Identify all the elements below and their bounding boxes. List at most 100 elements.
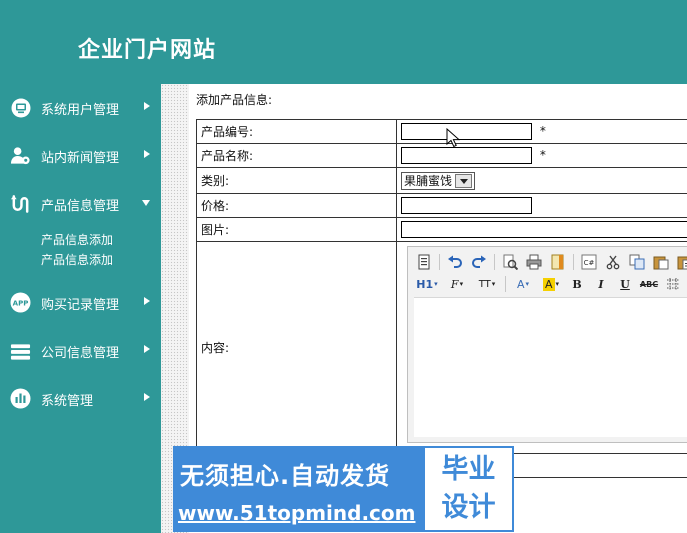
chevron-down-icon: ▾ (459, 280, 464, 288)
undo-icon[interactable] (445, 252, 465, 272)
sidebar-item-system-users[interactable]: 系统用户管理 (0, 92, 161, 122)
mouse-cursor-icon (446, 128, 460, 148)
table-icon[interactable] (663, 274, 683, 294)
field-label: 价格: (196, 193, 397, 218)
field-label: 图片: (196, 217, 397, 242)
required-mark: * (539, 124, 546, 138)
sidebar-item-label: 购买记录管理 (41, 298, 120, 313)
form-row-category: 类别: 果脯蜜饯 (196, 167, 687, 194)
stack-icon (10, 340, 31, 361)
chevron-right-icon (144, 393, 150, 401)
watermark-banner: 无须担心.自动发货 www.51topmind.com 毕业 设计 (173, 446, 514, 532)
strike-button[interactable]: ABC (639, 274, 659, 294)
chevron-down-icon (455, 173, 473, 188)
bg-color-label: A (542, 277, 555, 291)
preview-icon[interactable] (500, 252, 520, 272)
toolbar-separator (505, 276, 506, 292)
sidebar-item-label: 系统管理 (41, 394, 94, 409)
site-title: 企业门户网站 (78, 37, 217, 63)
svg-text:C#: C# (584, 259, 595, 267)
image-input[interactable] (401, 221, 687, 238)
print-icon[interactable] (524, 252, 544, 272)
price-input[interactable] (401, 197, 532, 214)
form-row-code: 产品编号: * (196, 119, 687, 144)
bg-color-button[interactable]: A ▾ (539, 274, 563, 294)
category-selected-value: 果脯蜜饯 (404, 174, 453, 188)
field-label: 产品编号: (196, 119, 397, 144)
paste-text-icon[interactable] (675, 252, 687, 272)
source-icon[interactable] (414, 252, 434, 272)
heading-select[interactable]: H1 ▾ (414, 274, 440, 294)
sidebar-item-purchase-records[interactable]: APP 购买记录管理 (0, 287, 161, 317)
svg-text:APP: APP (13, 300, 29, 308)
italic-button[interactable]: I (591, 274, 611, 294)
font-color-label: A (516, 277, 525, 291)
font-family-select[interactable]: F ▾ (444, 274, 470, 294)
field-cell (396, 217, 687, 242)
cut-icon[interactable] (603, 252, 623, 272)
chevron-right-icon (144, 345, 150, 353)
form-row-name: 产品名称: * (196, 143, 687, 168)
font-size-label: TT (478, 278, 491, 290)
user-gear-icon (10, 145, 31, 166)
redo-icon[interactable] (469, 252, 489, 272)
toolbar-separator (573, 254, 574, 270)
sidebar-item-system-management[interactable]: 系统管理 (0, 383, 161, 413)
chevron-right-icon (144, 297, 150, 305)
form-row-image: 图片: (196, 217, 687, 242)
paste-icon[interactable] (651, 252, 671, 272)
bold-button[interactable]: B (567, 274, 587, 294)
sidebar-item-label: 系统用户管理 (41, 103, 120, 118)
product-code-input[interactable] (401, 123, 532, 140)
monitor-icon (10, 97, 31, 118)
sidebar-item-site-news[interactable]: 站内新闻管理 (0, 140, 161, 170)
chevron-right-icon (144, 102, 150, 110)
product-name-input[interactable] (401, 147, 532, 164)
font-color-button[interactable]: A ▾ (511, 274, 535, 294)
toolbar-separator (439, 254, 440, 270)
editor-content-area[interactable] (414, 297, 687, 437)
banner-url-link[interactable]: www.51topmind.com (178, 501, 415, 525)
field-cell: * (396, 119, 687, 144)
copy-icon[interactable] (627, 252, 647, 272)
sidebar-subitem-add-product[interactable]: 产品信息添加 (41, 251, 113, 268)
field-cell: 果脯蜜饯 (396, 167, 687, 194)
field-cell (396, 193, 687, 218)
editor-toolbar-row-2: H1 ▾ F ▾ TT ▾ A ▾ A ▾ B I U ABC (414, 273, 687, 295)
required-mark: * (539, 148, 546, 162)
toolbar-separator (494, 254, 495, 270)
chevron-down-icon: ▾ (491, 280, 496, 288)
sidebar-item-label: 站内新闻管理 (41, 151, 120, 166)
banner-main-text: 无须担心.自动发货 (180, 462, 391, 490)
chevron-down-icon: ▾ (525, 280, 530, 288)
sidebar: 系统用户管理 站内新闻管理 产品信息管理 产品信息添加 产品信息添加 APP 购… (0, 84, 161, 533)
category-select[interactable]: 果脯蜜饯 (401, 171, 476, 190)
sidebar-item-company-info[interactable]: 公司信息管理 (0, 335, 161, 365)
underline-button[interactable]: U (615, 274, 635, 294)
route-icon (10, 193, 31, 214)
banner-badge-line: 设计 (441, 492, 496, 523)
form-row-price: 价格: (196, 193, 687, 218)
chevron-right-icon (144, 150, 150, 158)
template-icon[interactable] (548, 252, 568, 272)
field-label: 类别: (196, 167, 397, 194)
banner-badge: 毕业 设计 (425, 448, 512, 530)
field-label: 内容: (196, 241, 397, 454)
sidebar-subitem-add-product[interactable]: 产品信息添加 (41, 231, 113, 248)
code-icon[interactable]: C# (579, 252, 599, 272)
field-cell: * (396, 143, 687, 168)
panel-title: 添加产品信息: (196, 93, 273, 107)
chevron-down-icon: ▾ (434, 280, 438, 288)
chevron-down-icon (142, 200, 150, 206)
banner-badge-line: 毕业 (441, 454, 496, 485)
sidebar-item-label: 公司信息管理 (41, 346, 120, 361)
sidebar-item-product-info[interactable]: 产品信息管理 (0, 188, 161, 218)
sidebar-item-label: 产品信息管理 (41, 199, 120, 214)
rich-text-editor: C# H1 ▾ F ▾ TT ▾ A ▾ A ▾ B I U ABC (407, 246, 687, 443)
editor-toolbar-row-1: C# (414, 251, 687, 273)
font-size-select[interactable]: TT ▾ (474, 274, 500, 294)
font-family-label: F (450, 277, 459, 291)
chevron-down-icon: ▾ (555, 280, 560, 288)
app-icon: APP (10, 292, 31, 313)
heading-label: H1 (416, 277, 434, 291)
